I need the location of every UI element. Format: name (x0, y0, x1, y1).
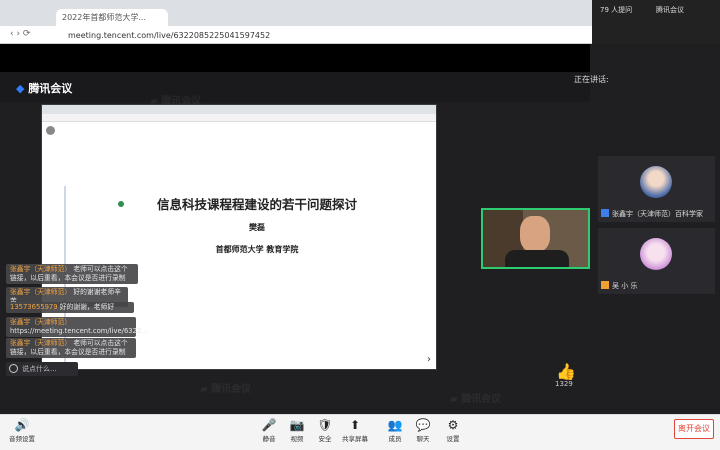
mute-label: 静音 (262, 435, 276, 443)
chat-sender: 张鑫宇（天津师范） (10, 288, 72, 296)
slide-author: 樊磊 (249, 223, 265, 232)
watermark: ▰ 腾讯会议 (200, 384, 252, 395)
speaker-icon: 🔊 (14, 418, 30, 432)
chat-message: 张鑫宇（天津师范） 老师可以点击这个链接，以后重看，本会议是否进行录制 (6, 264, 138, 284)
shield-icon: 🛡 (317, 418, 333, 432)
thumbs-up-icon[interactable]: 👍 (556, 362, 576, 381)
logo-row (0, 72, 590, 102)
chat-icon: 💬 (415, 418, 431, 432)
watermark: ▰ 腾讯会议 (450, 394, 502, 405)
avatar (640, 238, 672, 270)
app-logo-text: 腾讯会议 (28, 82, 73, 95)
emoji-icon[interactable] (9, 364, 18, 373)
chat-message: 13573655979 好的谢谢，老师好 (6, 302, 134, 313)
chat-sender: 张鑫宇（天津师范） (10, 318, 72, 326)
chat-label: 聊天 (416, 435, 430, 443)
share-icon: ⬆ (349, 418, 361, 432)
settings-label: 设置 (446, 435, 460, 443)
settings-button[interactable]: ⚙ 设置 (436, 418, 470, 443)
leave-meeting-button[interactable]: 离开会议 (674, 419, 714, 439)
speaking-label: 正在讲话: (574, 75, 609, 84)
participant-badge-icon (601, 209, 609, 217)
security-label: 安全 (318, 435, 332, 443)
like-count: 1329 (555, 380, 573, 388)
participant-name: 张鑫宇（天津师范）百科学家 (612, 210, 703, 218)
slide-title: 信息科技课程程建设的若干问题探讨 (156, 197, 357, 212)
chat-sender: 张鑫宇（天津师范） (10, 339, 72, 347)
tencent-meeting-logo-icon: ◆ (16, 82, 25, 95)
audio-settings-button[interactable]: 🔊 音频设置 (4, 418, 40, 443)
chat-sender: 张鑫宇（天津师范） (10, 265, 72, 273)
chat-sender: 13573655979 (10, 303, 58, 311)
chat-message: 张鑫宇（天津师范） https://meeting.tencent.com/li… (6, 317, 148, 337)
audio-settings-label: 音频设置 (9, 435, 35, 443)
shared-browser-address (42, 114, 436, 122)
chat-text: 好的谢谢，老师好 (59, 303, 115, 311)
browser-tab[interactable]: 2022年首都师范大学... (56, 9, 168, 26)
chat-message: 张鑫宇（天津师范） 老师可以点击这个链接，以后重看，本会议是否进行录制 (6, 338, 136, 358)
share-label: 共享屏幕 (342, 435, 368, 443)
tray-text: 79 人提问 (600, 6, 633, 14)
nav-back-icon[interactable]: ‹ › ⟳ (10, 29, 30, 39)
speaker-body (505, 250, 569, 267)
shared-browser-tabs (42, 105, 436, 114)
participant-badge-icon (601, 281, 609, 289)
avatar (640, 166, 672, 198)
close-icon[interactable] (46, 126, 55, 135)
next-page-icon[interactable]: › (427, 354, 431, 365)
slide-institution: 首都师范大学 教育学院 (215, 245, 299, 254)
app-logo: ◆ 腾讯会议 (16, 80, 72, 96)
video-label: 视频 (290, 435, 304, 443)
top-band (0, 44, 590, 72)
url-text[interactable]: meeting.tencent.com/live/632208522504159… (68, 29, 488, 42)
tray-text-2: 腾讯会议 (656, 6, 684, 14)
security-button[interactable]: 🛡 安全 (308, 418, 342, 443)
gear-icon: ⚙ (447, 418, 459, 432)
chat-text: https://meeting.tencent.com/live/6322... (10, 327, 148, 335)
participant-name: 吴 小 乐 (612, 282, 638, 290)
speaker-head (520, 216, 550, 252)
chat-button[interactable]: 💬 聊天 (406, 418, 440, 443)
members-label: 成员 (388, 435, 402, 443)
share-screen-button[interactable]: ⬆ 共享屏幕 (338, 418, 372, 443)
